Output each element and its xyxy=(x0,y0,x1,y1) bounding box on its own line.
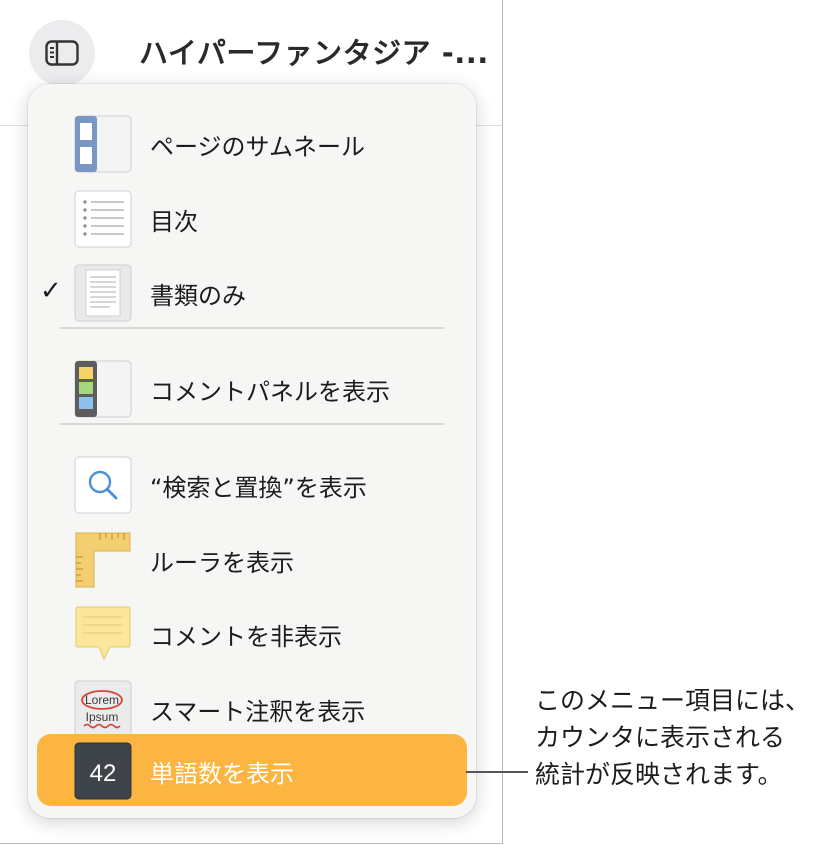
menu-item-show-ruler[interactable]: ルーラを表示 xyxy=(28,523,476,595)
word-count-icon: 42 xyxy=(74,742,132,800)
page-thumbnails-icon xyxy=(74,115,132,173)
word-count-value: 42 xyxy=(90,760,117,787)
menu-item-label: 書類のみ xyxy=(150,282,246,310)
menu-item-label: コメントパネルを表示 xyxy=(150,378,390,406)
annotation-bottom-text: Ipsum xyxy=(86,710,119,724)
document-title: ハイパーファンタジア -... xyxy=(139,36,489,70)
menu-item-label: 単語数を表示 xyxy=(150,760,294,788)
menu-item-label: ルーラを表示 xyxy=(150,549,294,577)
menu-item-page-thumbnails[interactable]: ページのサムネール xyxy=(28,107,476,179)
comments-pane-icon xyxy=(74,360,132,418)
view-menu-popover: ページのサムネール 目次 ✓ 書類のみ コメントパネルを表示 “検索と置換”を表… xyxy=(28,84,476,818)
menu-item-label: 目次 xyxy=(150,208,198,236)
table-of-contents-icon xyxy=(74,190,132,248)
menu-item-label: “検索と置換”を表示 xyxy=(150,474,367,502)
callout-line-2: カウンタに表示される xyxy=(535,723,786,752)
menu-item-label: コメントを非表示 xyxy=(150,623,342,651)
menu-item-label: スマート注釈を表示 xyxy=(150,698,366,726)
sidebar-icon xyxy=(45,40,79,66)
callout-line-1: このメニュー項目には、 xyxy=(535,686,811,715)
menu-divider xyxy=(60,423,444,425)
search-icon xyxy=(74,456,132,514)
document-only-icon xyxy=(74,264,132,322)
menu-item-show-comments-pane[interactable]: コメントパネルを表示 xyxy=(28,352,476,424)
menu-item-hide-comments[interactable]: コメントを非表示 xyxy=(28,597,476,669)
sidebar-toggle-button[interactable] xyxy=(29,20,95,86)
menu-divider xyxy=(60,327,444,329)
callout-text: このメニュー項目には、 カウンタに表示される 統計が反映されます。 xyxy=(535,682,825,793)
menu-item-table-of-contents[interactable]: 目次 xyxy=(28,182,476,254)
menu-item-label: ページのサムネール xyxy=(150,133,366,161)
checkmark-icon: ✓ xyxy=(40,276,62,306)
smart-annotation-icon: Lorem Ipsum xyxy=(74,680,132,738)
menu-item-document-only[interactable]: ✓ 書類のみ xyxy=(28,256,476,328)
menu-item-show-word-count[interactable]: 42 単語数を表示 xyxy=(37,734,467,806)
annotation-top-text: Lorem xyxy=(85,693,119,707)
callout-leader-line xyxy=(466,771,528,773)
comment-note-icon xyxy=(75,606,131,661)
callout-line-3: 統計が反映されます。 xyxy=(535,760,783,789)
menu-item-show-find-replace[interactable]: “検索と置換”を表示 xyxy=(28,448,476,520)
ruler-icon xyxy=(75,532,131,588)
